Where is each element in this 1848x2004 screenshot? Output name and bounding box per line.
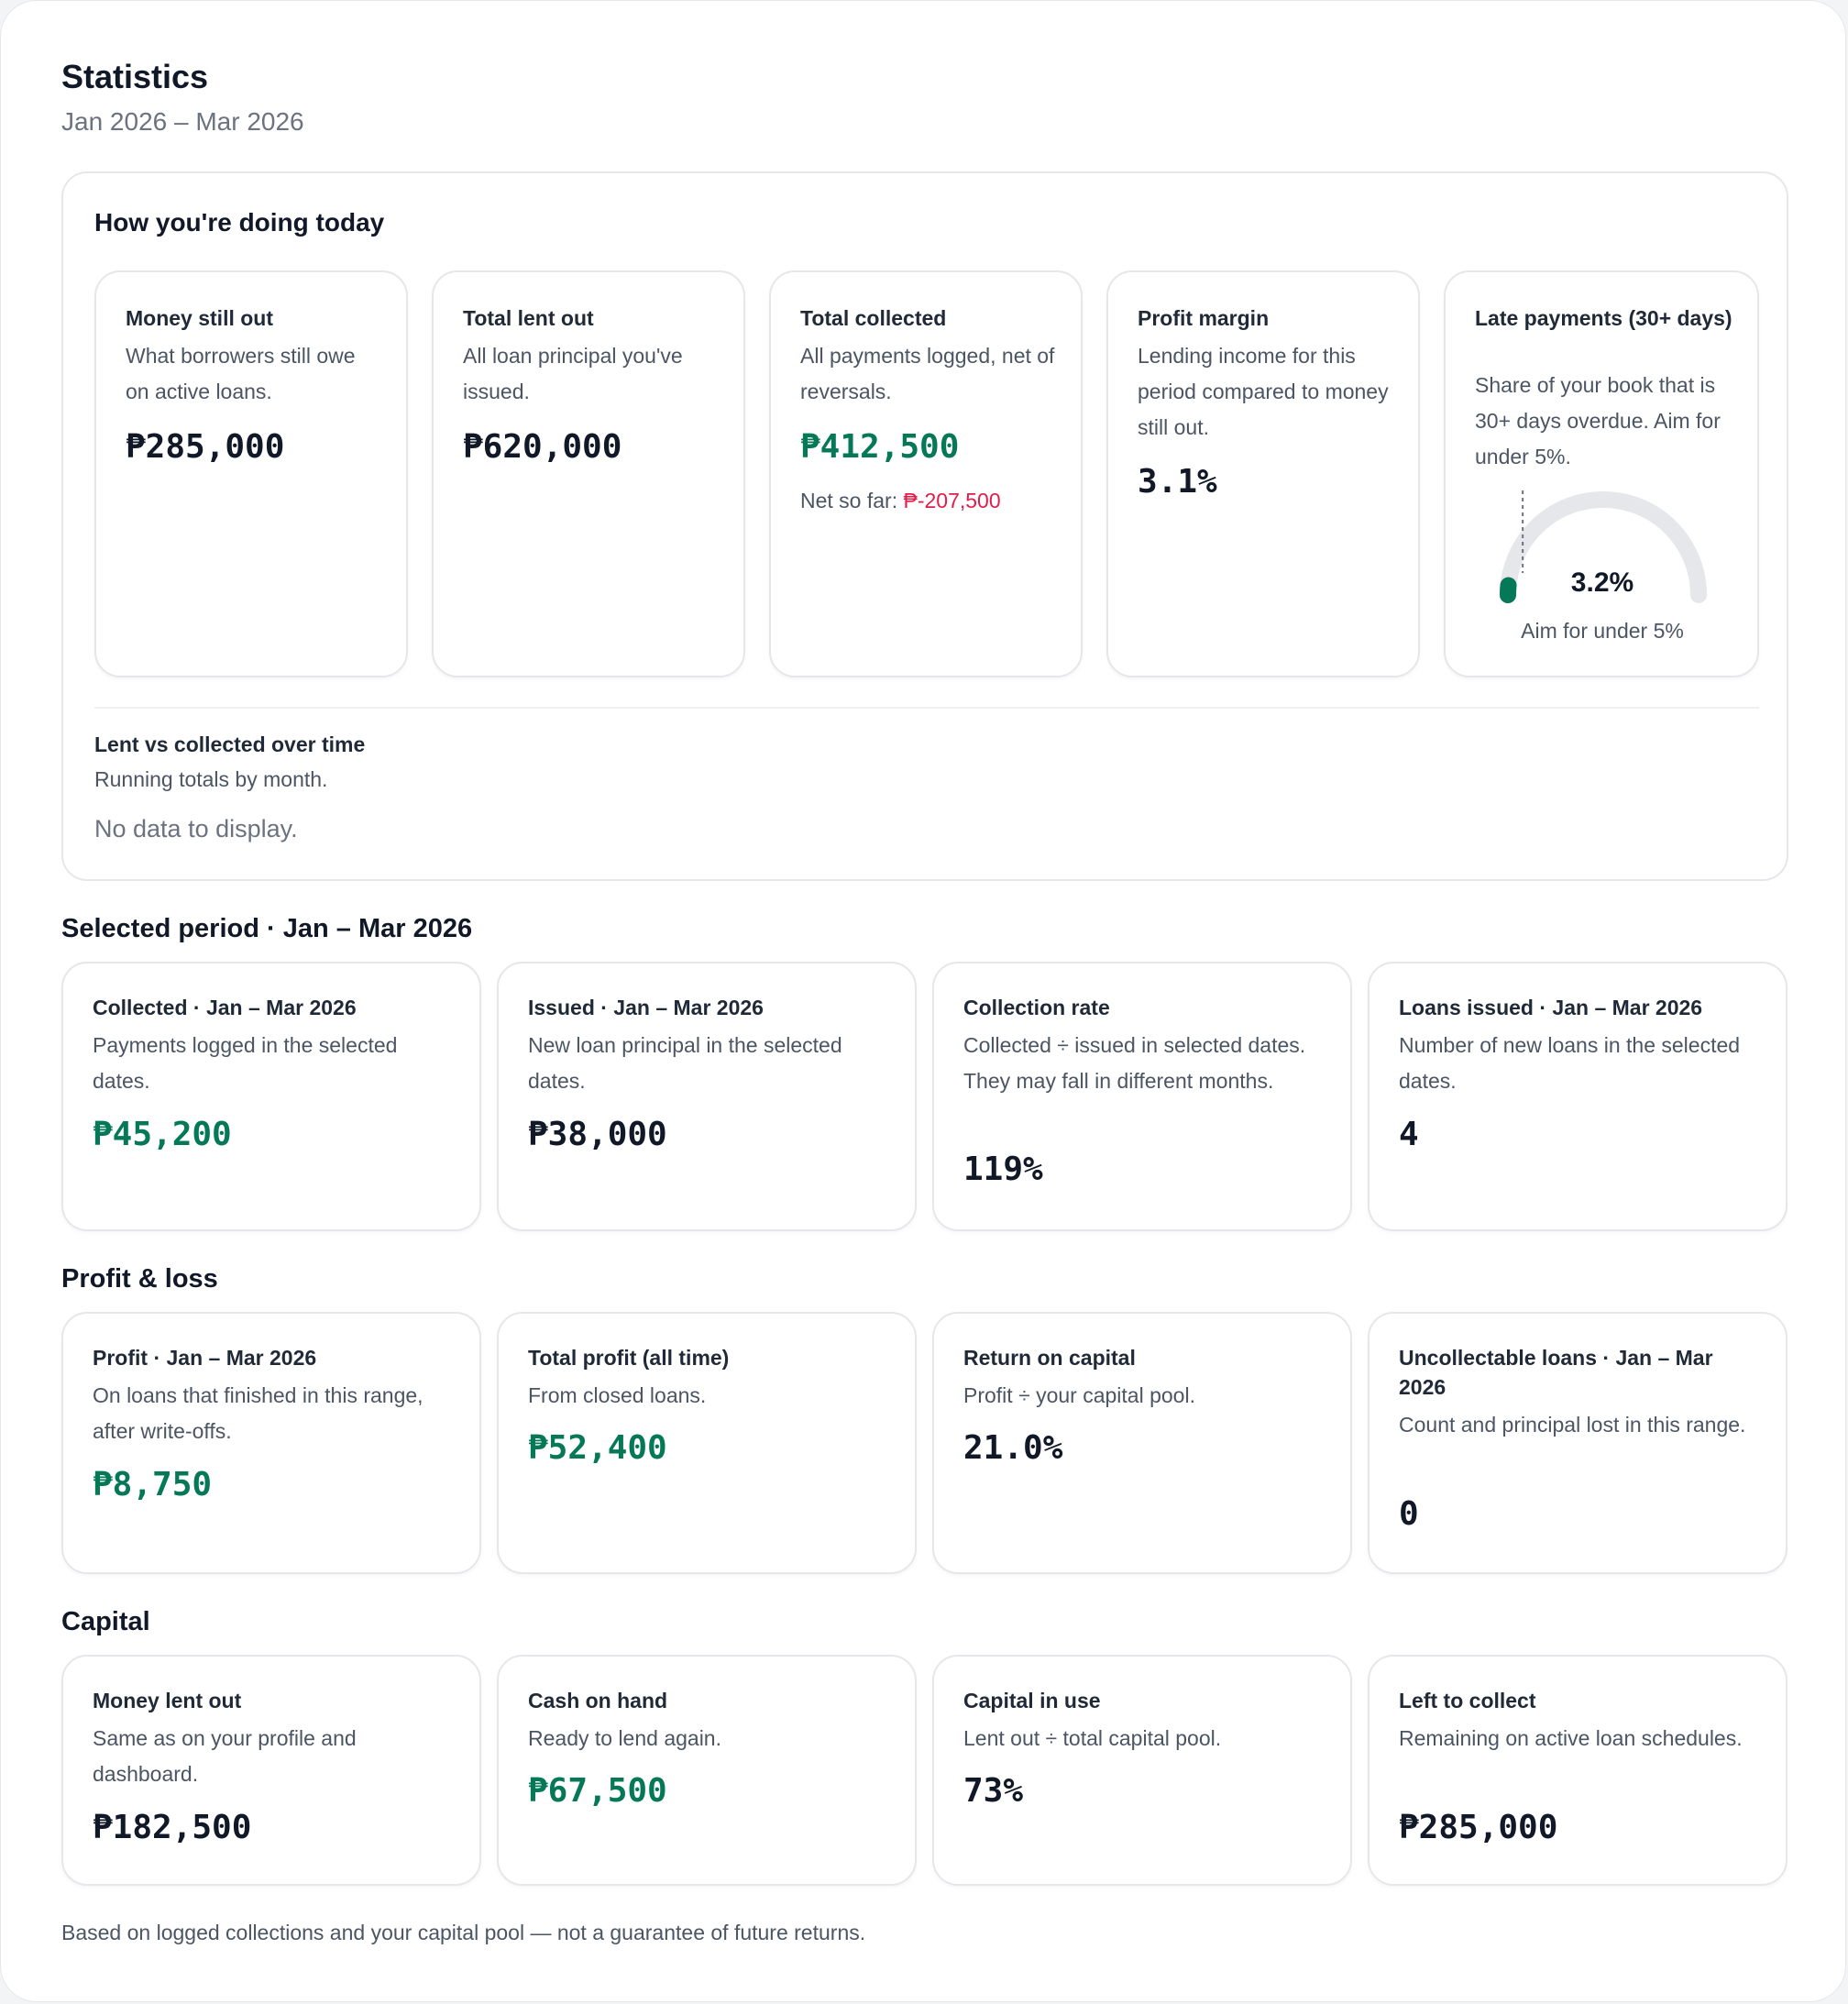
card-title: Loans issued · Jan – Mar 2026 [1399,996,1703,1019]
card-value: 119% [963,1151,1043,1188]
card-value: ₱182,500 [93,1809,252,1846]
card-value: ₱52,400 [528,1429,667,1467]
card-desc: Count and principal lost in this range. [1399,1413,1746,1437]
today-panel: How you're doing today Money still out W… [61,171,1788,881]
card-title: Return on capital [963,1346,1136,1370]
section-selected-period: Selected period · Jan – Mar 2026 [61,914,473,943]
gauge-caption: Aim for under 5% [1521,619,1684,643]
card-desc: Ready to lend again. [528,1726,721,1750]
card-value: 0 [1399,1495,1419,1533]
card-uncollectable-loans: Uncollectable loans · Jan – Mar 2026 Cou… [1368,1312,1788,1574]
card-profit-period: Profit · Jan – Mar 2026 On loans that fi… [61,1312,481,1574]
kpi-value: ₱285,000 [126,428,285,466]
card-desc: Remaining on active loan schedules. [1399,1726,1743,1750]
footnote: Based on logged collections and your cap… [61,1921,866,1944]
net-so-far: Net so far: ₱-207,500 [800,489,1001,513]
kpi-row: Money still out What borrowers still owe… [94,270,1759,677]
card-title: Collection rate [963,996,1110,1019]
section-profit-loss: Profit & loss [61,1264,218,1294]
card-title: Capital in use [963,1689,1101,1712]
card-value: ₱8,750 [93,1466,213,1503]
kpi-desc: Share of your book that is 30+ days over… [1475,373,1721,468]
section-capital: Capital [61,1607,150,1636]
chart-empty-state: No data to display. [94,815,298,842]
card-title: Profit · Jan – Mar 2026 [93,1346,317,1370]
card-capital-in-use: Capital in use Lent out ÷ total capital … [932,1655,1352,1886]
card-value: ₱45,200 [93,1116,232,1153]
card-money-lent-out: Money lent out Same as on your profile a… [61,1655,481,1886]
card-title: Collected · Jan – Mar 2026 [93,996,357,1019]
net-label: Net so far: [800,489,898,512]
gauge-value: 3.2% [1570,567,1634,598]
card-title: Total profit (all time) [528,1346,730,1370]
kpi-late-payments: Late payments (30+ days) Share of your b… [1444,270,1759,677]
card-title: Issued · Jan – Mar 2026 [528,996,764,1019]
kpi-total-lent-out: Total lent out All loan principal you've… [432,270,745,677]
card-desc: New loan principal in the selected dates… [528,1033,842,1093]
kpi-money-still-out: Money still out What borrowers still owe… [94,270,408,677]
card-value: ₱285,000 [1399,1809,1558,1846]
kpi-desc: All payments logged, net of reversals. [800,344,1055,403]
card-title: Cash on hand [528,1689,668,1712]
card-desc: Profit ÷ your capital pool. [963,1383,1195,1407]
statistics-page: Statistics Jan 2026 – Mar 2026 How you'r… [0,0,1846,2002]
card-value: ₱67,500 [528,1772,667,1810]
chart-title: Lent vs collected over time [94,732,366,756]
card-desc: Same as on your profile and dashboard. [93,1726,357,1786]
card-title: Uncollectable loans · Jan – Mar 2026 [1399,1346,1713,1399]
card-collection-rate: Collection rate Collected ÷ issued in se… [932,962,1352,1231]
kpi-value: ₱412,500 [800,428,960,466]
today-heading: How you're doing today [94,208,385,237]
card-loans-issued: Loans issued · Jan – Mar 2026 Number of … [1368,962,1788,1231]
kpi-title: Late payments (30+ days) [1475,306,1732,330]
card-value: ₱38,000 [528,1116,667,1153]
card-value: 21.0% [963,1429,1063,1467]
card-total-profit: Total profit (all time) From closed loan… [497,1312,917,1574]
card-left-to-collect: Left to collect Remaining on active loan… [1368,1655,1788,1886]
card-return-on-capital: Return on capital Profit ÷ your capital … [932,1312,1352,1574]
card-issued: Issued · Jan – Mar 2026 New loan princip… [497,962,917,1231]
divider [94,707,1759,709]
page-title: Statistics [61,58,209,95]
card-desc: Lent out ÷ total capital pool. [963,1726,1222,1750]
card-desc: Payments logged in the selected dates. [93,1033,398,1093]
chart-desc: Running totals by month. [94,767,328,791]
card-title: Money lent out [93,1689,242,1712]
card-value: 4 [1399,1116,1419,1153]
card-value: 73% [963,1772,1024,1810]
kpi-desc: Lending income for this period compared … [1138,344,1389,439]
date-range: Jan 2026 – Mar 2026 [61,107,304,136]
kpi-value: 3.1% [1138,463,1217,501]
card-desc: Collected ÷ issued in selected dates. Th… [963,1033,1306,1093]
kpi-profit-margin: Profit margin Lending income for this pe… [1106,270,1420,677]
kpi-total-collected: Total collected All payments logged, net… [769,270,1083,677]
kpi-value: ₱620,000 [463,428,622,466]
kpi-title: Money still out [126,306,273,330]
kpi-title: Profit margin [1138,306,1270,330]
card-collected: Collected · Jan – Mar 2026 Payments logg… [61,962,481,1231]
kpi-desc: What borrowers still owe on active loans… [126,344,356,403]
kpi-title: Total collected [800,306,947,330]
card-desc: Number of new loans in the selected date… [1399,1033,1741,1093]
card-title: Left to collect [1399,1689,1536,1712]
card-desc: From closed loans. [528,1383,707,1407]
card-desc: On loans that finished in this range, af… [93,1383,424,1443]
kpi-desc: All loan principal you've issued. [463,344,683,403]
kpi-title: Total lent out [463,306,594,330]
card-cash-on-hand: Cash on hand Ready to lend again. ₱67,50… [497,1655,917,1886]
net-value: ₱-207,500 [903,489,1001,512]
